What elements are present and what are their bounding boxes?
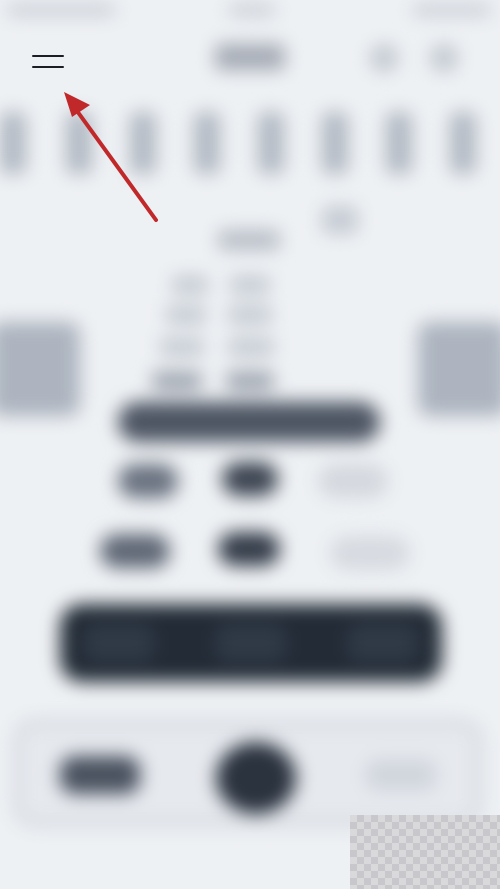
- panel-segment[interactable]: [84, 624, 154, 662]
- option-left-2[interactable]: [100, 534, 170, 568]
- dark-control-panel: [60, 604, 442, 682]
- side-panel-left: [0, 322, 80, 416]
- list-item: [166, 306, 206, 324]
- list-item: [226, 372, 274, 390]
- search-icon[interactable]: [370, 44, 398, 72]
- option-right-2[interactable]: [330, 536, 410, 570]
- option-middle-2[interactable]: [218, 532, 280, 566]
- hamburger-menu-icon[interactable]: [28, 46, 68, 76]
- bottom-right-button[interactable]: [366, 760, 436, 790]
- option-middle[interactable]: [222, 462, 278, 496]
- weekday-item[interactable]: [194, 112, 220, 174]
- menu-line-bottom: [32, 65, 64, 68]
- list-item: [152, 372, 202, 390]
- weekday-item[interactable]: [258, 112, 284, 174]
- pixelated-watermark: [350, 815, 500, 889]
- side-panel-right: [418, 322, 500, 416]
- bottom-controls: [14, 720, 482, 826]
- page-title: [215, 44, 285, 70]
- filter-chip[interactable]: [322, 206, 358, 234]
- weekday-item[interactable]: [130, 112, 156, 174]
- panel-segment[interactable]: [348, 624, 418, 662]
- bottom-left-button[interactable]: [60, 756, 140, 794]
- weekday-item[interactable]: [322, 112, 348, 174]
- list-item: [160, 338, 204, 356]
- primary-bar[interactable]: [118, 402, 380, 442]
- status-bar-right: [412, 4, 492, 16]
- option-right[interactable]: [318, 464, 388, 498]
- add-icon[interactable]: [430, 44, 458, 72]
- status-bar-left: [6, 4, 116, 16]
- blurred-app-content: [0, 0, 500, 889]
- status-bar-time: [228, 4, 276, 16]
- status-bar: [0, 0, 500, 26]
- panel-segment[interactable]: [216, 624, 286, 662]
- bottom-center-button[interactable]: [216, 742, 296, 814]
- weekday-item[interactable]: [66, 112, 92, 174]
- weekday-row: [0, 112, 500, 182]
- list-item: [228, 306, 272, 324]
- option-left[interactable]: [118, 464, 178, 498]
- column-label: [218, 230, 280, 250]
- list-item: [230, 276, 270, 294]
- list-item: [228, 338, 274, 356]
- weekday-item[interactable]: [450, 112, 476, 174]
- weekday-item[interactable]: [0, 112, 26, 174]
- menu-line-top: [32, 54, 64, 57]
- weekday-item[interactable]: [386, 112, 412, 174]
- list-item: [172, 276, 208, 294]
